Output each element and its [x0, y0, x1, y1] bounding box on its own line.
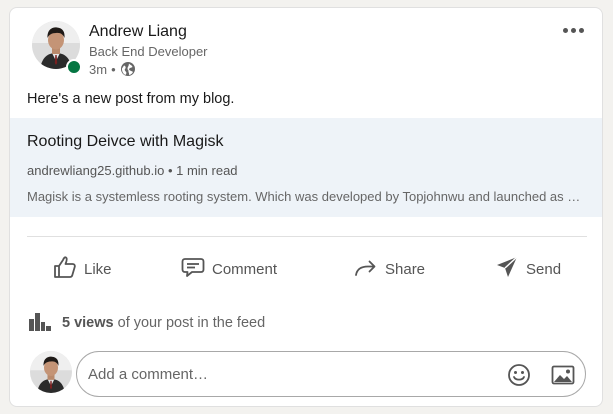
- link-description: Magisk is a systemless rooting system. W…: [27, 189, 584, 204]
- analytics-bar-icon: [28, 311, 52, 335]
- author-headline: Back End Developer: [89, 44, 208, 59]
- views-text: 5 views of your post in the feed: [62, 315, 265, 331]
- comment-label: Comment: [212, 260, 278, 278]
- feed-post-card: Andrew Liang Back End Developer 3m • Her…: [9, 7, 603, 407]
- share-button[interactable]: Share: [353, 250, 425, 288]
- comment-icon: [180, 254, 206, 284]
- views-suffix: of your post in the feed: [117, 315, 266, 331]
- views-count: 5 views: [62, 315, 114, 331]
- author-name[interactable]: Andrew Liang: [89, 23, 187, 41]
- dot-icon: [562, 27, 568, 33]
- post-time: 3m: [89, 61, 108, 77]
- comment-button[interactable]: Comment: [180, 250, 277, 288]
- globe-icon: [120, 61, 136, 77]
- post-text: Here's a new post from my blog.: [27, 91, 235, 107]
- post-meta: 3m •: [89, 61, 136, 77]
- emoji-icon[interactable]: [506, 362, 532, 388]
- link-domain: andrewliang25.github.io: [27, 163, 165, 178]
- meta-separator: •: [111, 61, 116, 77]
- image-icon[interactable]: [550, 362, 576, 388]
- send-button[interactable]: Send: [494, 250, 561, 288]
- more-options-button[interactable]: [557, 20, 589, 40]
- thumbs-up-icon: [52, 254, 78, 284]
- dot-icon: [570, 27, 576, 33]
- divider: [27, 236, 587, 237]
- link-title[interactable]: Rooting Deivce with Magisk: [27, 133, 224, 151]
- share-label: Share: [385, 260, 426, 278]
- current-user-avatar[interactable]: [30, 351, 72, 393]
- like-label: Like: [84, 260, 112, 278]
- comment-box: [76, 351, 586, 397]
- comment-input[interactable]: [88, 352, 488, 396]
- send-label: Send: [526, 260, 562, 278]
- online-status-dot: [66, 59, 82, 75]
- post-views[interactable]: 5 views of your post in the feed: [28, 311, 265, 335]
- link-preview[interactable]: Rooting Deivce with Magisk andrewliang25…: [10, 118, 602, 217]
- link-subtitle: andrewliang25.github.io • 1 min read: [27, 163, 238, 178]
- like-button[interactable]: Like: [52, 250, 112, 288]
- post-actions: Like Comment Share Send: [10, 250, 602, 288]
- link-read-time: • 1 min read: [167, 163, 238, 178]
- share-arrow-icon: [353, 254, 379, 284]
- send-icon: [494, 254, 520, 284]
- dot-icon: [578, 27, 584, 33]
